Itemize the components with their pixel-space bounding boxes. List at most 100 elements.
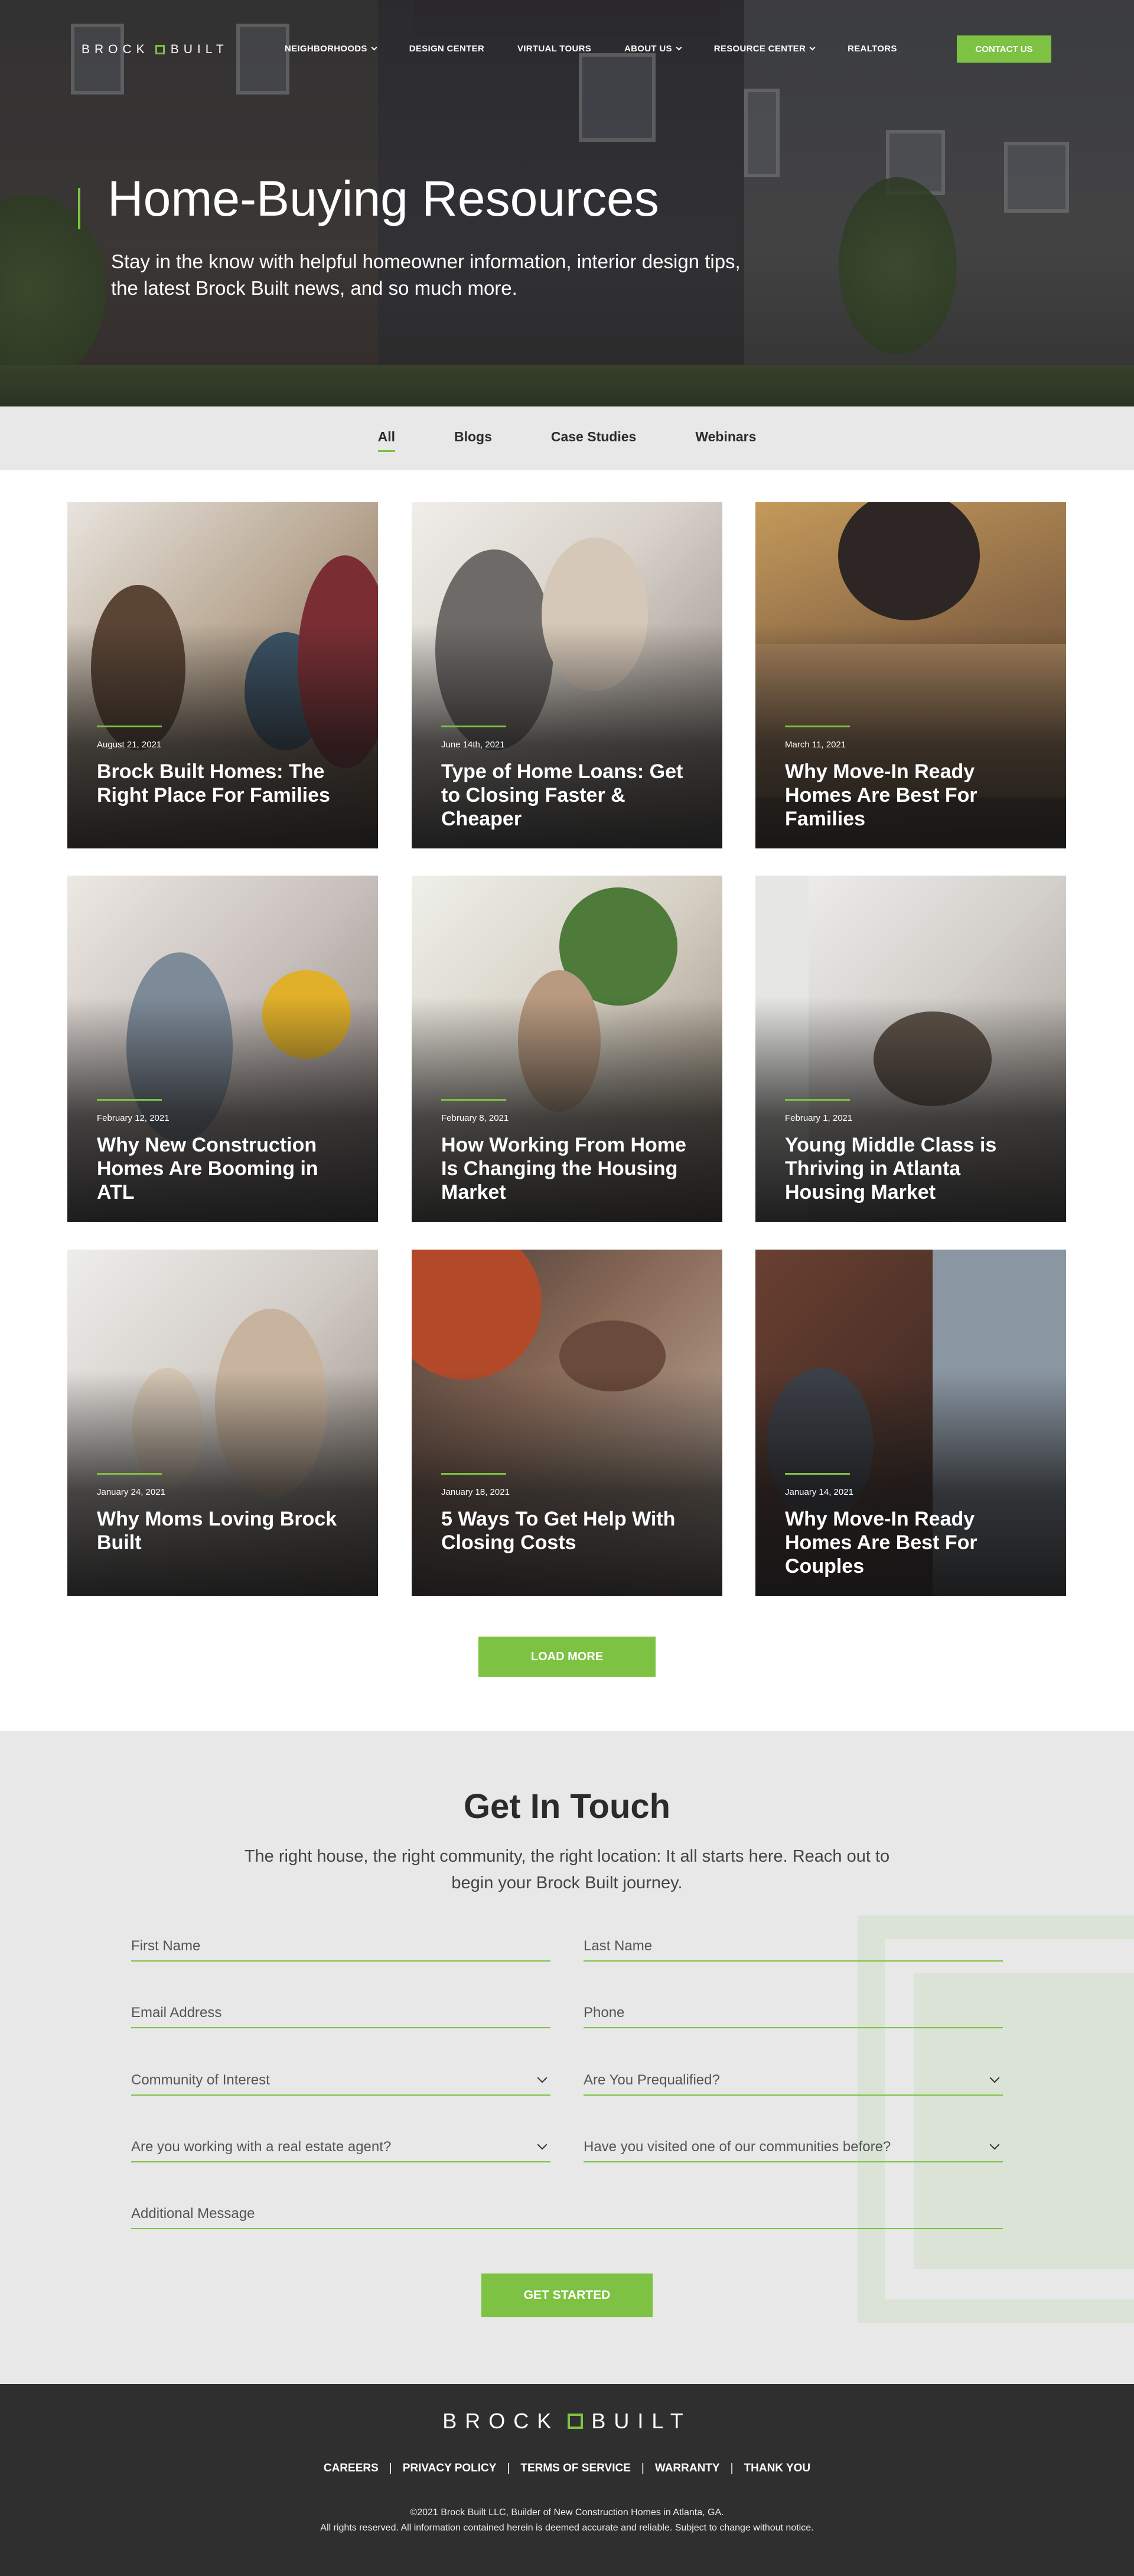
email-field[interactable]: Email Address <box>131 2005 550 2028</box>
logo-square-icon <box>155 45 165 54</box>
field-placeholder: Community of Interest <box>131 2072 270 2088</box>
contact-us-button[interactable]: CONTACT US <box>957 35 1051 63</box>
chevron-down-icon <box>371 44 377 50</box>
hero-accent-bar <box>78 188 80 229</box>
nav-item-label: NEIGHBORHOODS <box>285 44 367 54</box>
tab-all[interactable]: All <box>377 429 396 452</box>
logo-text-right: BUILT <box>170 43 229 56</box>
nav-item-virtual-tours[interactable]: VIRTUAL TOURS <box>517 44 591 54</box>
card-accent-line <box>441 1099 506 1101</box>
card-accent-line <box>441 1473 506 1475</box>
logo-text-left: BROCK <box>442 2409 560 2433</box>
card-date: January 24, 2021 <box>97 1487 165 1497</box>
field-placeholder: Email Address <box>131 2005 222 2021</box>
resource-card[interactable]: March 11, 2021 Why Move-In Ready Homes A… <box>755 502 1066 848</box>
field-placeholder: Have you visited one of our communities … <box>584 2139 891 2155</box>
card-date: March 11, 2021 <box>785 740 846 750</box>
last-name-field[interactable]: Last Name <box>584 1938 1003 1962</box>
resource-card[interactable]: February 12, 2021 Why New Construction H… <box>67 876 378 1222</box>
resource-card[interactable]: February 1, 2021 Young Middle Class is T… <box>755 876 1066 1222</box>
resource-card[interactable]: August 21, 2021 Brock Built Homes: The R… <box>67 502 378 848</box>
footer-logo[interactable]: BROCK BUILT <box>0 2409 1134 2434</box>
resource-card[interactable]: January 24, 2021 Why Moms Loving Brock B… <box>67 1250 378 1596</box>
agent-select[interactable]: Are you working with a real estate agent… <box>131 2139 550 2162</box>
nav-links: NEIGHBORHOODS DESIGN CENTER VIRTUAL TOUR… <box>285 44 930 54</box>
card-accent-line <box>785 726 850 727</box>
load-more-button[interactable]: LOAD MORE <box>478 1637 656 1677</box>
card-date: February 8, 2021 <box>441 1113 509 1123</box>
card-accent-line <box>97 1099 162 1101</box>
nav-item-realtors[interactable]: REALTORS <box>848 44 897 54</box>
card-date: June 14th, 2021 <box>441 740 505 750</box>
card-title: Why Move-In Ready Homes Are Best For Cou… <box>785 1508 977 1578</box>
resource-card[interactable]: January 18, 2021 5 Ways To Get Help With… <box>412 1250 722 1596</box>
card-title: 5 Ways To Get Help With Closing Costs <box>441 1508 676 1554</box>
prequalified-select[interactable]: Are You Prequalified? <box>584 2072 1003 2096</box>
card-title: Why New Construction Homes Are Booming i… <box>97 1134 318 1204</box>
nav-item-about-us[interactable]: ABOUT US <box>624 44 682 54</box>
message-field[interactable]: Additional Message <box>131 2206 1003 2229</box>
community-select[interactable]: Community of Interest <box>131 2072 550 2096</box>
chevron-down-icon <box>537 2073 548 2083</box>
tab-blogs[interactable]: Blogs <box>454 429 492 448</box>
contact-title: Get In Touch <box>463 1787 671 1826</box>
phone-field[interactable]: Phone <box>584 2005 1003 2028</box>
contact-subtitle: The right house, the right community, th… <box>244 1847 890 1892</box>
tab-webinars[interactable]: Webinars <box>695 429 756 448</box>
card-accent-line <box>785 1099 850 1101</box>
card-title: How Working From Home Is Changing the Ho… <box>441 1134 686 1204</box>
contact-section: Get In Touch The right house, the right … <box>0 1731 1134 2384</box>
get-started-button[interactable]: GET STARTED <box>481 2273 653 2317</box>
resource-card[interactable]: June 14th, 2021 Type of Home Loans: Get … <box>412 502 722 848</box>
card-accent-line <box>441 726 506 727</box>
tab-case-studies[interactable]: Case Studies <box>551 429 636 448</box>
resource-card[interactable]: January 14, 2021 Why Move-In Ready Homes… <box>755 1250 1066 1596</box>
filter-tabs: All Blogs Case Studies Webinars <box>0 406 1134 470</box>
nav-item-design-center[interactable]: DESIGN CENTER <box>409 44 484 54</box>
chevron-down-icon <box>989 2073 1000 2083</box>
field-placeholder: Phone <box>584 2005 625 2021</box>
card-date: August 21, 2021 <box>97 740 162 750</box>
nav-item-label: VIRTUAL TOURS <box>517 44 592 54</box>
copyright-line: ©2021 Brock Built LLC, Builder of New Co… <box>410 2507 724 2518</box>
nav-item-resource-center[interactable]: RESOURCE CENTER <box>713 44 816 54</box>
field-placeholder: Are you working with a real estate agent… <box>131 2139 392 2155</box>
footer-separator: | <box>730 2462 734 2474</box>
field-placeholder: Are You Prequalified? <box>584 2072 720 2088</box>
site-footer: BROCK BUILT CAREERS | PRIVACY POLICY | T… <box>0 2384 1134 2576</box>
copyright: ©2021 Brock Built LLC, Builder of New Co… <box>0 2505 1134 2536</box>
logo-square-icon <box>568 2414 584 2429</box>
visited-select[interactable]: Have you visited one of our communities … <box>584 2139 1003 2162</box>
brand-logo[interactable]: BROCK BUILT <box>82 43 229 57</box>
footer-link-careers[interactable]: CAREERS <box>324 2462 379 2475</box>
nav-item-label: REALTORS <box>848 44 897 54</box>
nav-item-label: RESOURCE CENTER <box>713 44 806 54</box>
nav-item-label: ABOUT US <box>624 44 672 54</box>
card-accent-line <box>97 726 162 727</box>
card-date: February 12, 2021 <box>97 1113 170 1123</box>
first-name-field[interactable]: First Name <box>131 1938 550 1962</box>
card-title: Why Move-In Ready Homes Are Best For Fam… <box>785 760 977 830</box>
card-date: January 14, 2021 <box>785 1487 853 1497</box>
card-title: Why Moms Loving Brock Built <box>97 1508 337 1554</box>
chevron-down-icon <box>989 2139 1000 2150</box>
footer-separator: | <box>389 2462 392 2474</box>
footer-link-warranty[interactable]: WARRANTY <box>655 2462 720 2475</box>
card-title: Type of Home Loans: Get to Closing Faste… <box>441 760 683 830</box>
chevron-down-icon <box>676 44 682 50</box>
footer-separator: | <box>641 2462 644 2474</box>
card-accent-line <box>97 1473 162 1475</box>
footer-link-terms[interactable]: TERMS OF SERVICE <box>520 2462 631 2475</box>
logo-text-left: BROCK <box>82 43 149 56</box>
chevron-down-icon <box>809 44 816 50</box>
card-title: Brock Built Homes: The Right Place For F… <box>97 760 330 806</box>
footer-separator: | <box>507 2462 510 2474</box>
field-placeholder: Last Name <box>584 1938 653 1954</box>
nav-item-label: DESIGN CENTER <box>409 44 484 54</box>
footer-link-thank-you[interactable]: THANK YOU <box>744 2462 811 2475</box>
footer-link-privacy[interactable]: PRIVACY POLICY <box>403 2462 497 2475</box>
nav-item-neighborhoods[interactable]: NEIGHBORHOODS <box>285 44 377 54</box>
resource-card[interactable]: February 8, 2021 How Working From Home I… <box>412 876 722 1222</box>
copyright-line: All rights reserved. All information con… <box>320 2523 814 2533</box>
field-placeholder: First Name <box>131 1938 201 1954</box>
